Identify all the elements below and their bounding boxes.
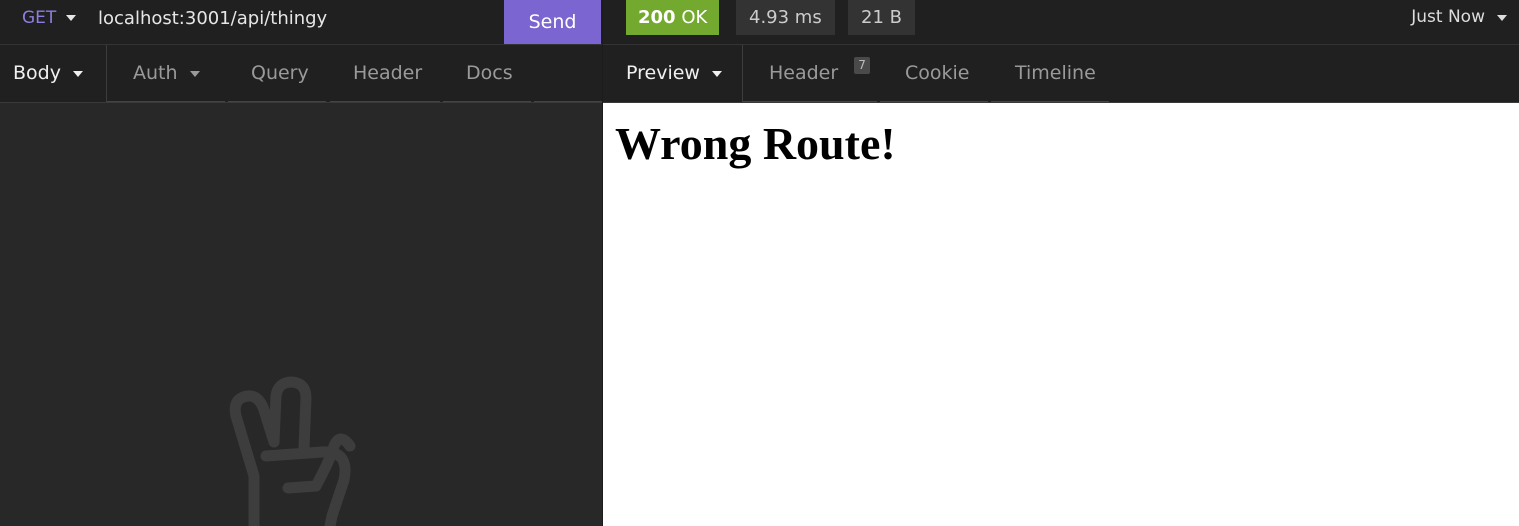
chevron-down-icon xyxy=(72,70,83,77)
tab-auth[interactable]: Auth xyxy=(133,45,200,102)
request-tabs: Body Auth Query Header Docs xyxy=(0,45,602,103)
method-label: GET xyxy=(22,8,57,28)
response-size: 21 B xyxy=(848,0,915,35)
chevron-down-icon xyxy=(1497,14,1507,21)
tab-query-label: Query xyxy=(251,62,309,84)
tab-cookie[interactable]: Cookie xyxy=(905,45,970,102)
response-pane: 200 OK 4.93 ms 21 B Just Now Preview Hea… xyxy=(603,0,1519,526)
tab-underline xyxy=(228,101,326,102)
tab-underline xyxy=(330,101,440,102)
tab-body-label: Body xyxy=(13,62,61,84)
peace-hand-icon xyxy=(229,376,356,526)
url-input[interactable] xyxy=(98,4,498,32)
tab-docs-label: Docs xyxy=(466,62,513,84)
response-time: 4.93 ms xyxy=(736,0,835,35)
tab-underline xyxy=(991,101,1109,102)
preview-heading: Wrong Route! xyxy=(615,118,896,169)
tab-divider xyxy=(106,45,107,102)
tab-header-label: Header xyxy=(353,62,423,84)
tab-cookie-label: Cookie xyxy=(905,62,970,84)
tab-divider xyxy=(742,45,743,102)
tab-underline xyxy=(443,101,531,102)
history-label: Just Now xyxy=(1411,7,1485,27)
tab-query[interactable]: Query xyxy=(251,45,309,102)
chevron-down-icon xyxy=(711,70,722,77)
tab-header[interactable]: Header xyxy=(353,45,422,102)
chevron-down-icon xyxy=(189,70,200,77)
tab-underline xyxy=(107,101,225,102)
tab-response-header-label: Header xyxy=(769,62,839,84)
tab-preview-label: Preview xyxy=(626,62,700,84)
tab-timeline-label: Timeline xyxy=(1015,62,1096,84)
tab-underline xyxy=(534,101,602,102)
status-text: OK xyxy=(681,7,708,28)
url-bar: GET Send xyxy=(0,0,602,45)
tab-response-header[interactable]: Header 7 xyxy=(769,45,870,102)
tab-timeline[interactable]: Timeline xyxy=(1015,45,1096,102)
send-button[interactable]: Send xyxy=(504,0,601,44)
chevron-down-icon xyxy=(66,15,77,21)
response-status-bar: 200 OK 4.93 ms 21 B Just Now xyxy=(603,0,1519,45)
status-badge: 200 OK xyxy=(626,0,720,35)
tab-auth-label: Auth xyxy=(133,62,178,84)
tab-body[interactable]: Body xyxy=(13,45,83,102)
history-dropdown[interactable]: Just Now xyxy=(1411,0,1507,35)
response-tabs: Preview Header 7 Cookie Timeline xyxy=(603,45,1519,103)
method-dropdown[interactable]: GET xyxy=(22,0,77,36)
header-count-badge: 7 xyxy=(854,57,870,74)
request-pane: GET Send Body Auth Query Header Docs xyxy=(0,0,602,526)
status-code: 200 xyxy=(638,7,676,28)
tab-preview[interactable]: Preview xyxy=(626,45,722,102)
tab-underline xyxy=(743,101,877,102)
tab-underline xyxy=(880,101,988,102)
response-preview: Wrong Route! xyxy=(603,103,1519,526)
tab-docs[interactable]: Docs xyxy=(466,45,513,102)
